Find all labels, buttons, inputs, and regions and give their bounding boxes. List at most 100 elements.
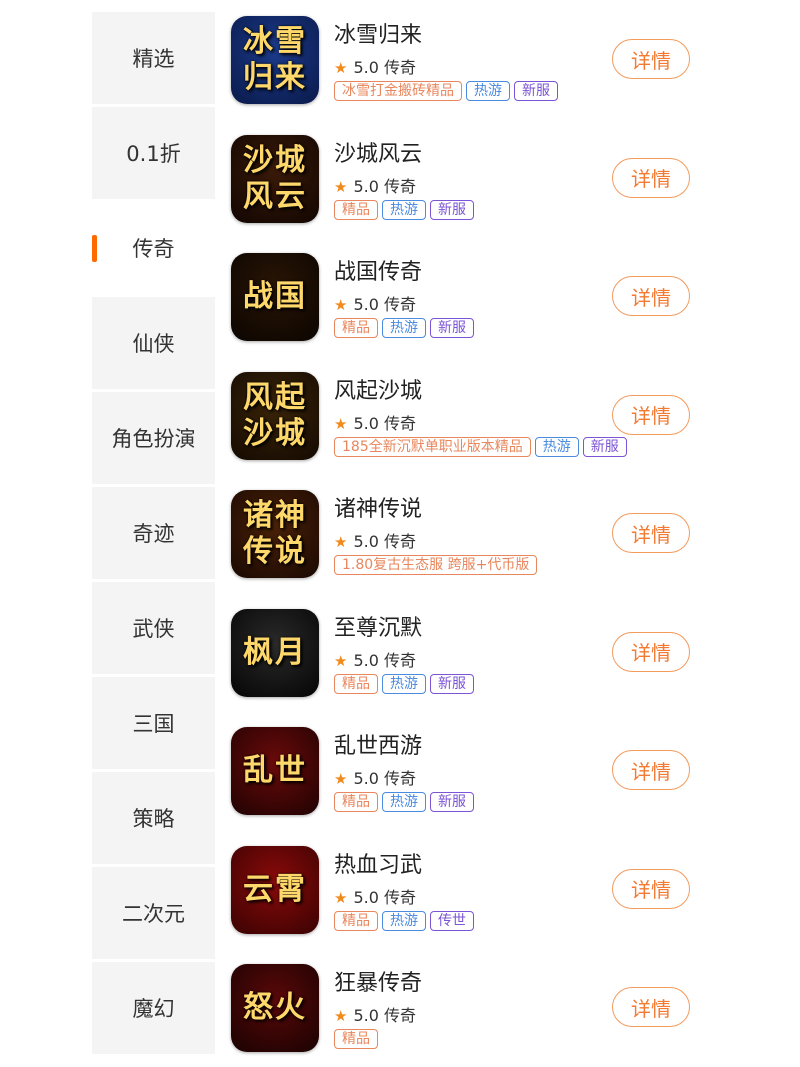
game-name[interactable]: 至尊沉默	[334, 610, 422, 642]
category-label: 精选	[132, 47, 175, 71]
game-meta: ★ 5.0 传奇	[334, 528, 416, 552]
game-tag: 热游	[466, 81, 510, 101]
game-tag: 热游	[382, 673, 426, 694]
game-rating: 5.0	[353, 769, 379, 788]
game-meta: ★ 5.0 传奇	[334, 410, 416, 434]
detail-button[interactable]: 详情	[612, 157, 690, 198]
category-item[interactable]: 传奇	[92, 202, 215, 294]
game-tag: 新服	[430, 318, 474, 338]
game-row[interactable]: 乱世 乱世西游 ★ 5.0 传奇精品 热游 新服 详情	[215, 711, 800, 829]
detail-button[interactable]: 详情	[612, 394, 690, 435]
game-icon-logo-text: 诸神传说	[243, 498, 307, 569]
game-meta: ★ 5.0 传奇	[334, 54, 416, 78]
game-icon-logo-text: 冰雪归来	[243, 24, 307, 95]
category-label: 角色扮演	[111, 427, 196, 451]
game-rating: 5.0	[353, 887, 379, 907]
game-name[interactable]: 风起沙城	[334, 373, 422, 405]
game-tag: 精品	[334, 1029, 378, 1049]
game-icon[interactable]: 风起沙城	[231, 371, 319, 460]
game-tag: 精品	[334, 199, 378, 220]
detail-button[interactable]: 详情	[612, 750, 690, 790]
active-indicator	[92, 235, 97, 262]
category-label: 二次元	[122, 902, 185, 926]
game-meta: ★ 5.0 传奇	[334, 884, 416, 908]
category-label: 魔幻	[132, 997, 175, 1021]
game-rating: 5.0	[353, 295, 379, 314]
game-tag: 热游	[382, 910, 426, 931]
game-icon[interactable]: 诸神传说	[231, 490, 319, 578]
star-icon: ★	[334, 1007, 348, 1025]
game-rating: 5.0	[353, 1006, 379, 1025]
category-item[interactable]: 三国	[92, 677, 215, 769]
game-genre: 传奇	[384, 176, 417, 196]
game-tag: 精品	[334, 318, 378, 338]
game-tags: 185全新沉默单职业版本精品 热游 新服	[334, 436, 631, 457]
category-item[interactable]: 武侠	[92, 582, 215, 674]
category-label: 策略	[132, 807, 175, 831]
game-row[interactable]: 枫月 至尊沉默 ★ 5.0 传奇 精品 热游 新服 详情	[215, 593, 800, 711]
game-genre: 传奇	[384, 1006, 417, 1025]
category-item[interactable]: 策略	[92, 772, 215, 864]
game-icon[interactable]: 战国	[231, 253, 319, 341]
game-name[interactable]: 乱世西游	[334, 728, 422, 760]
star-icon: ★	[334, 888, 348, 907]
detail-button[interactable]: 详情	[612, 868, 690, 909]
game-list: 冰雪归来 冰雪归来 ★ 5.0 传奇 冰雪打金搬砖精品 热游 新服 详情 沙城风云 沙城风云 ★ 5.…	[215, 0, 800, 1067]
game-name[interactable]: 沙城风云	[334, 136, 422, 168]
game-row[interactable]: 风起沙城 风起沙城 ★ 5.0 传奇 185全新沉默单职业版本精品 热游 新服 详情	[215, 356, 800, 474]
game-icon[interactable]: 沙城风云	[231, 134, 319, 223]
game-row[interactable]: 沙城风云 沙城风云 ★ 5.0 传奇 精品 热游 新服 详情	[215, 119, 800, 237]
game-rating: 5.0	[353, 532, 379, 551]
game-icon-logo-text: 乱世	[243, 753, 307, 788]
detail-button[interactable]: 详情	[612, 987, 690, 1027]
game-name[interactable]: 冰雪归来	[334, 17, 422, 49]
game-tag: 热游	[534, 436, 579, 457]
game-icon-logo-text: 枫月	[243, 634, 307, 670]
game-tag: 185全新沉默单职业版本精品	[334, 436, 531, 457]
category-item[interactable]: 精选	[92, 12, 215, 104]
game-tags: 冰雪打金搬砖精品 热游 新服	[334, 81, 562, 101]
category-item[interactable]: 0.1折	[92, 107, 215, 199]
game-genre: 传奇	[384, 650, 417, 670]
game-row[interactable]: 怒火 狂暴传奇 ★ 5.0 传奇 精品 详情	[215, 948, 800, 1066]
game-row[interactable]: 诸神传说 诸神传说 ★ 5.0 传奇 1.80复古生态服 跨服+代币版 详情	[215, 474, 800, 592]
category-label: 0.1折	[126, 142, 181, 166]
game-meta: ★ 5.0 传奇	[334, 291, 416, 315]
category-label: 武侠	[132, 617, 175, 641]
game-icon[interactable]: 冰雪归来	[231, 16, 319, 104]
game-meta: ★ 5.0 传奇	[334, 765, 416, 789]
category-item[interactable]: 魔幻	[92, 962, 215, 1054]
game-rating: 5.0	[353, 176, 379, 196]
game-name[interactable]: 狂暴传奇	[334, 965, 422, 997]
detail-button[interactable]: 详情	[612, 39, 690, 79]
category-item[interactable]: 角色扮演	[92, 392, 215, 484]
category-item[interactable]: 仙侠	[92, 297, 215, 389]
game-icon[interactable]: 怒火	[231, 964, 319, 1052]
game-name[interactable]: 诸神传说	[334, 491, 422, 523]
category-item[interactable]: 二次元	[92, 867, 215, 959]
category-item[interactable]: 奇迹	[92, 487, 215, 579]
game-icon[interactable]: 枫月	[231, 608, 319, 697]
game-row[interactable]: 冰雪归来 冰雪归来 ★ 5.0 传奇冰雪打金搬砖精品 热游 新服 详情	[215, 0, 800, 118]
game-rating: 5.0	[353, 650, 379, 670]
game-name[interactable]: 战国传奇	[334, 254, 422, 286]
detail-button[interactable]: 详情	[612, 276, 690, 316]
detail-button[interactable]: 详情	[612, 631, 690, 672]
game-row[interactable]: 战国 战国传奇 ★ 5.0 传奇精品 热游 新服 详情	[215, 237, 800, 355]
game-tags: 精品 热游 新服	[334, 318, 478, 338]
detail-button[interactable]: 详情	[612, 513, 690, 553]
game-tag: 新服	[430, 199, 474, 220]
game-meta: ★ 5.0 传奇	[334, 1002, 416, 1026]
category-label: 仙侠	[132, 332, 175, 356]
game-icon[interactable]: 云霄	[231, 845, 319, 934]
game-genre: 传奇	[384, 769, 417, 788]
game-name[interactable]: 热血习武	[334, 847, 422, 879]
game-row[interactable]: 云霄 热血习武 ★ 5.0 传奇 精品 热游 传世 详情	[215, 830, 800, 948]
game-rating: 5.0	[353, 58, 379, 77]
game-icon[interactable]: 乱世	[231, 727, 319, 815]
game-tag: 新服	[514, 81, 558, 101]
game-tags: 精品 热游 新服	[334, 199, 478, 220]
star-icon: ★	[334, 651, 348, 670]
game-meta: ★ 5.0 传奇	[334, 173, 416, 197]
game-tags: 精品 热游 新服	[334, 792, 478, 812]
